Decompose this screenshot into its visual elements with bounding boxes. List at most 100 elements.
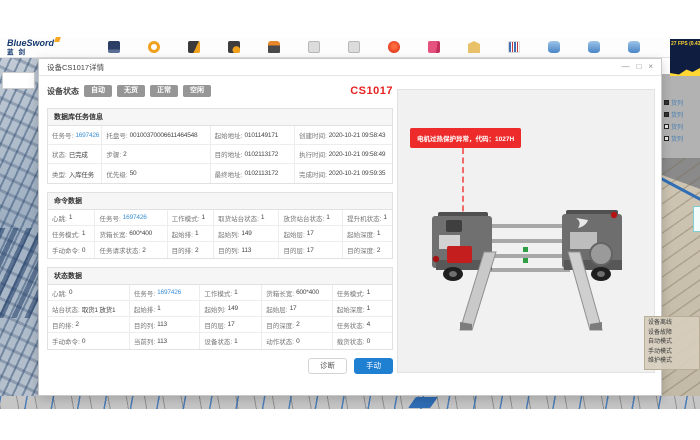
device-status-label: 设备状态 xyxy=(47,86,79,97)
context-menu: 设备离线设备故障自动模式手动模式维护模式 xyxy=(644,316,700,370)
checkbox-icon[interactable] xyxy=(664,100,669,105)
logo-subtext: 蓝剑 xyxy=(7,50,54,57)
field-value: 1 xyxy=(377,230,380,237)
section-title: 命令数据 xyxy=(48,193,392,210)
cylinder-icon[interactable] xyxy=(588,41,600,53)
field-value: 113 xyxy=(157,338,167,345)
barcode-icon[interactable] xyxy=(508,41,520,53)
field-label: 目的排: xyxy=(172,245,193,255)
section-state: 状态数据心跳:0任务号:1697426工作模式:1货箱长宽:600*400任务模… xyxy=(47,267,393,350)
field-label: 目的层: xyxy=(204,320,225,330)
layer-toggle[interactable]: 货列 xyxy=(662,120,700,132)
toggle-label: 货列 xyxy=(671,110,683,119)
field-label: 目的地址: xyxy=(215,149,243,159)
binoculars-icon[interactable] xyxy=(228,41,240,53)
close-icon[interactable]: × xyxy=(648,62,653,72)
field-label: 任务请求状态: xyxy=(99,245,140,255)
panel-icon[interactable] xyxy=(308,41,320,53)
field-value: 1 xyxy=(69,214,72,221)
field-value: 2 xyxy=(75,321,78,328)
table-cell: 取货站台状态:1 xyxy=(213,210,278,225)
monitor-icon[interactable] xyxy=(108,41,120,53)
diagnose-button[interactable]: 诊断 xyxy=(308,358,347,374)
table-row: 任务号:1697426托盘号:00100370006611464548起始地址:… xyxy=(48,126,392,145)
fault-alert: 电机过热保护异常，代码：1027H xyxy=(410,128,521,148)
table-cell: 目的列:113 xyxy=(213,242,278,258)
restore-icon[interactable]: □ xyxy=(636,62,641,72)
scene-shuttle xyxy=(408,397,438,408)
field-label: 起始排: xyxy=(172,229,193,239)
book-icon[interactable] xyxy=(428,41,440,53)
table-cell: 心跳:0 xyxy=(48,285,129,300)
context-menu-item[interactable]: 自动模式 xyxy=(648,338,699,348)
context-menu-item[interactable]: 设备离线 xyxy=(648,319,699,329)
field-label: 目的列: xyxy=(134,320,155,330)
table-row: 站台状态:取货1 放货1起始排:1起始列:149起始层:17起始深度:1 xyxy=(48,301,392,317)
table-cell: 起始列:149 xyxy=(199,301,261,316)
minimize-icon[interactable]: — xyxy=(621,62,629,72)
field-value: 入库任务 xyxy=(69,169,94,179)
field-label: 手动命令: xyxy=(52,245,80,255)
field-label: 起始深度: xyxy=(337,304,365,314)
task-number-link[interactable]: 1697426 xyxy=(123,214,147,221)
checkbox-icon[interactable] xyxy=(664,124,669,129)
table-cell: 起始层:17 xyxy=(261,301,332,316)
field-label: 目的排: xyxy=(52,320,73,330)
table-cell: 任务模式:1 xyxy=(332,285,392,300)
table-cell: 目的深度:2 xyxy=(261,317,332,332)
section-cmd: 命令数据心跳:1任务号:1697426工作模式:1取货站台状态:1放货站台状态:… xyxy=(47,192,393,259)
forklift-icon[interactable] xyxy=(188,41,200,53)
fps-graph-icon xyxy=(670,66,700,76)
table-cell: 目的层:17 xyxy=(199,317,261,332)
warehouse-3d-scene-bottom xyxy=(0,396,700,409)
table-cell: 优先级:50 xyxy=(101,164,209,183)
table-cell: 托盘号:00100370006611464548 xyxy=(101,126,209,144)
table-cell: 目的地址:0102113172 xyxy=(210,145,294,163)
field-label: 设备状态: xyxy=(204,336,232,346)
app-logo: BlueSword 蓝剑 xyxy=(7,39,54,57)
table-cell: 完成时间:2020-10-21 09:59:35 xyxy=(294,164,392,183)
cylinder-icon[interactable] xyxy=(628,41,640,53)
shuttle-3d-model[interactable] xyxy=(426,202,628,340)
panel-icon[interactable] xyxy=(348,41,360,53)
field-value: 0 xyxy=(367,338,370,345)
table-cell: 载货状态:0 xyxy=(332,333,392,349)
ring-icon[interactable] xyxy=(148,41,160,53)
status-badge: 空闲 xyxy=(183,85,211,97)
field-value: 4 xyxy=(367,321,370,328)
table-cell: 目的列:113 xyxy=(129,317,200,332)
table-row: 手动命令:0任务请求状态:2目的排:2目的列:113目的层:17目的深度:2 xyxy=(48,242,392,258)
person-icon[interactable] xyxy=(268,41,280,53)
checkbox-icon[interactable] xyxy=(664,112,669,117)
field-value: 0 xyxy=(82,338,85,345)
task-number-link[interactable]: 1697426 xyxy=(157,289,181,296)
checkbox-icon[interactable] xyxy=(664,136,669,141)
fps-counter: 27 FPS (0.43 xyxy=(670,39,700,49)
table-cell: 起始深度:1 xyxy=(332,301,392,316)
layer-toggle[interactable]: 货列 xyxy=(662,108,700,120)
table-cell: 任务状态:4 xyxy=(332,317,392,332)
alarm-icon[interactable] xyxy=(388,41,400,53)
cylinder-icon[interactable] xyxy=(548,41,560,53)
table-cell: 提升机状态:1 xyxy=(342,210,392,225)
layer-toggle[interactable]: 货列 xyxy=(662,132,700,144)
table-cell: 手动命令:0 xyxy=(48,242,94,258)
dialog-titlebar[interactable]: 设备CS1017详情 — □ × xyxy=(39,59,661,76)
table-cell: 任务模式:1 xyxy=(48,226,94,241)
field-value: 1 xyxy=(234,289,237,296)
manual-button[interactable]: 手动 xyxy=(354,358,393,374)
context-menu-item[interactable]: 维护模式 xyxy=(648,357,699,367)
table-cell: 步骤:2 xyxy=(101,145,209,163)
model-panel: 电机过热保护异常，代码：1027H xyxy=(397,89,655,373)
field-value: 1 xyxy=(326,214,329,221)
field-value: 1 xyxy=(261,214,264,221)
screen: BlueSword 蓝剑 27 FPS (0.43 货列货列货列货列 设备离线设… xyxy=(0,0,700,440)
layer-toggle[interactable]: 货列 xyxy=(662,96,700,108)
table-row: 心跳:1任务号:1697426工作模式:1取货站台状态:1放货站台状态:1提升机… xyxy=(48,210,392,226)
context-menu-item[interactable]: 手动模式 xyxy=(648,348,699,358)
context-menu-item[interactable]: 设备故障 xyxy=(648,329,699,339)
field-label: 载货状态: xyxy=(337,336,365,346)
task-number-link[interactable]: 1697426 xyxy=(75,132,99,139)
envelope-icon[interactable] xyxy=(468,41,480,53)
field-value: 17 xyxy=(307,230,314,237)
